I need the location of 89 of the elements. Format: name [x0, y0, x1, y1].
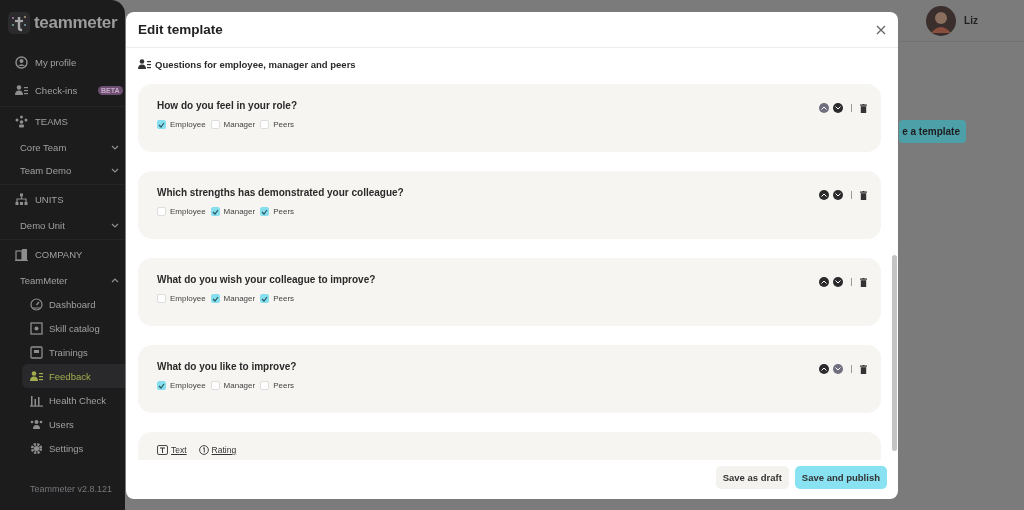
people-group-icon	[15, 115, 28, 128]
chevron-down-icon	[835, 106, 841, 110]
question-text: What do you like to improve?	[157, 361, 297, 372]
users-icon	[30, 417, 43, 431]
trash-icon	[860, 190, 867, 200]
chevron-down-icon	[835, 280, 841, 284]
hierarchy-icon	[15, 193, 28, 206]
checkbox-label: Manager	[223, 207, 256, 216]
nav-group[interactable]: TeamMeter	[0, 269, 125, 292]
nav-item[interactable]: Trainings	[22, 340, 125, 364]
add-rating-link[interactable]: Rating	[198, 445, 237, 456]
check-icon	[211, 295, 219, 302]
check-icon	[261, 295, 269, 302]
bar-chart-icon	[30, 393, 43, 407]
section-heading: COMPANY	[35, 249, 83, 260]
logo-text: teammeter	[34, 13, 118, 33]
gauge-icon	[30, 297, 43, 311]
version-text: Teammeter v2.8.121	[29, 484, 114, 494]
person-list-icon	[30, 369, 43, 383]
delete-button[interactable]	[860, 103, 867, 113]
avatar-icon	[926, 5, 957, 36]
add-text-link[interactable]: Text	[157, 445, 187, 456]
chevron-up-icon	[821, 280, 827, 284]
move-up-button[interactable]	[819, 190, 829, 200]
nav-item[interactable]: Skill catalog	[22, 316, 125, 340]
building-icon	[15, 248, 28, 261]
user-circle-icon	[15, 55, 28, 69]
nav-item[interactable]: Users	[22, 412, 125, 436]
text-field-icon	[157, 445, 168, 455]
nav-group[interactable]: Team Demo	[0, 159, 125, 182]
person-list-icon	[138, 58, 151, 71]
nav-item[interactable]: Dashboard	[22, 292, 125, 316]
trash-icon	[860, 364, 867, 374]
nav-item[interactable]: My profile	[0, 48, 125, 76]
checkbox[interactable]	[157, 120, 166, 129]
logo-icon	[8, 12, 30, 34]
trash-icon	[860, 103, 867, 113]
checkbox-label: Manager	[223, 294, 256, 303]
chevron-down-icon	[835, 193, 841, 197]
publish-button[interactable]: Save and publish	[794, 466, 887, 489]
move-down-button[interactable]	[833, 103, 843, 113]
check-icon	[211, 208, 219, 215]
nav-group[interactable]: Core Team	[0, 136, 125, 159]
question-text: What do you wish your colleague to improve?	[157, 274, 376, 285]
trash-icon	[860, 277, 867, 287]
question-text: How do you feel in your role?	[157, 100, 297, 111]
checkbox-label: Employee	[170, 120, 206, 129]
question-text: Which strengths has demonstrated your colleague?	[157, 187, 404, 198]
check-icon	[158, 121, 165, 128]
chevron-up-icon	[821, 367, 827, 371]
move-down-button[interactable]	[833, 277, 843, 287]
move-up-button[interactable]	[819, 364, 829, 374]
move-down-button[interactable]	[833, 190, 843, 200]
chevron-down-icon	[835, 367, 841, 371]
checkbox-label: Employee	[170, 207, 206, 216]
delete-button[interactable]	[860, 364, 867, 374]
section-heading: UNITS	[35, 194, 64, 205]
nav-item[interactable]: Feedback	[22, 364, 125, 388]
checkbox-label: Manager	[223, 381, 256, 390]
delete-button[interactable]	[860, 277, 867, 287]
checkbox[interactable]	[157, 381, 166, 390]
user-name: Liz	[964, 15, 978, 26]
nav-item[interactable]: Health Check	[22, 388, 125, 412]
board-icon	[30, 345, 43, 359]
check-icon	[158, 382, 165, 389]
draft-button[interactable]: Save as draft	[715, 466, 789, 489]
checkbox-label: Peers	[273, 381, 295, 390]
check-icon	[261, 208, 269, 215]
scrollbar[interactable]	[892, 255, 897, 451]
number-circle-icon	[198, 445, 209, 455]
section-heading: TEAMS	[35, 116, 68, 127]
checkbox-label: Employee	[170, 381, 206, 390]
modal-title: Edit template	[138, 22, 223, 37]
close-icon	[876, 24, 886, 35]
nav-group[interactable]: Demo Unit	[0, 214, 125, 237]
chevron-up-icon	[821, 193, 827, 197]
nav-item[interactable]: Settings	[22, 436, 125, 460]
checkbox-label: Manager	[223, 120, 256, 129]
checkbox-label: Peers	[273, 120, 295, 129]
move-up-button[interactable]	[819, 277, 829, 287]
settings-icon	[30, 441, 43, 455]
person-list-icon	[15, 83, 28, 97]
chevron-up-icon	[821, 106, 827, 110]
section-title: Questions for employee, manager and peers	[155, 59, 356, 70]
checkbox-label: Employee	[170, 294, 206, 303]
delete-button[interactable]	[860, 190, 867, 200]
create-template-button[interactable]: e a template	[899, 120, 966, 143]
checkbox-label: Peers	[273, 207, 295, 216]
checkbox-label: Peers	[273, 294, 295, 303]
